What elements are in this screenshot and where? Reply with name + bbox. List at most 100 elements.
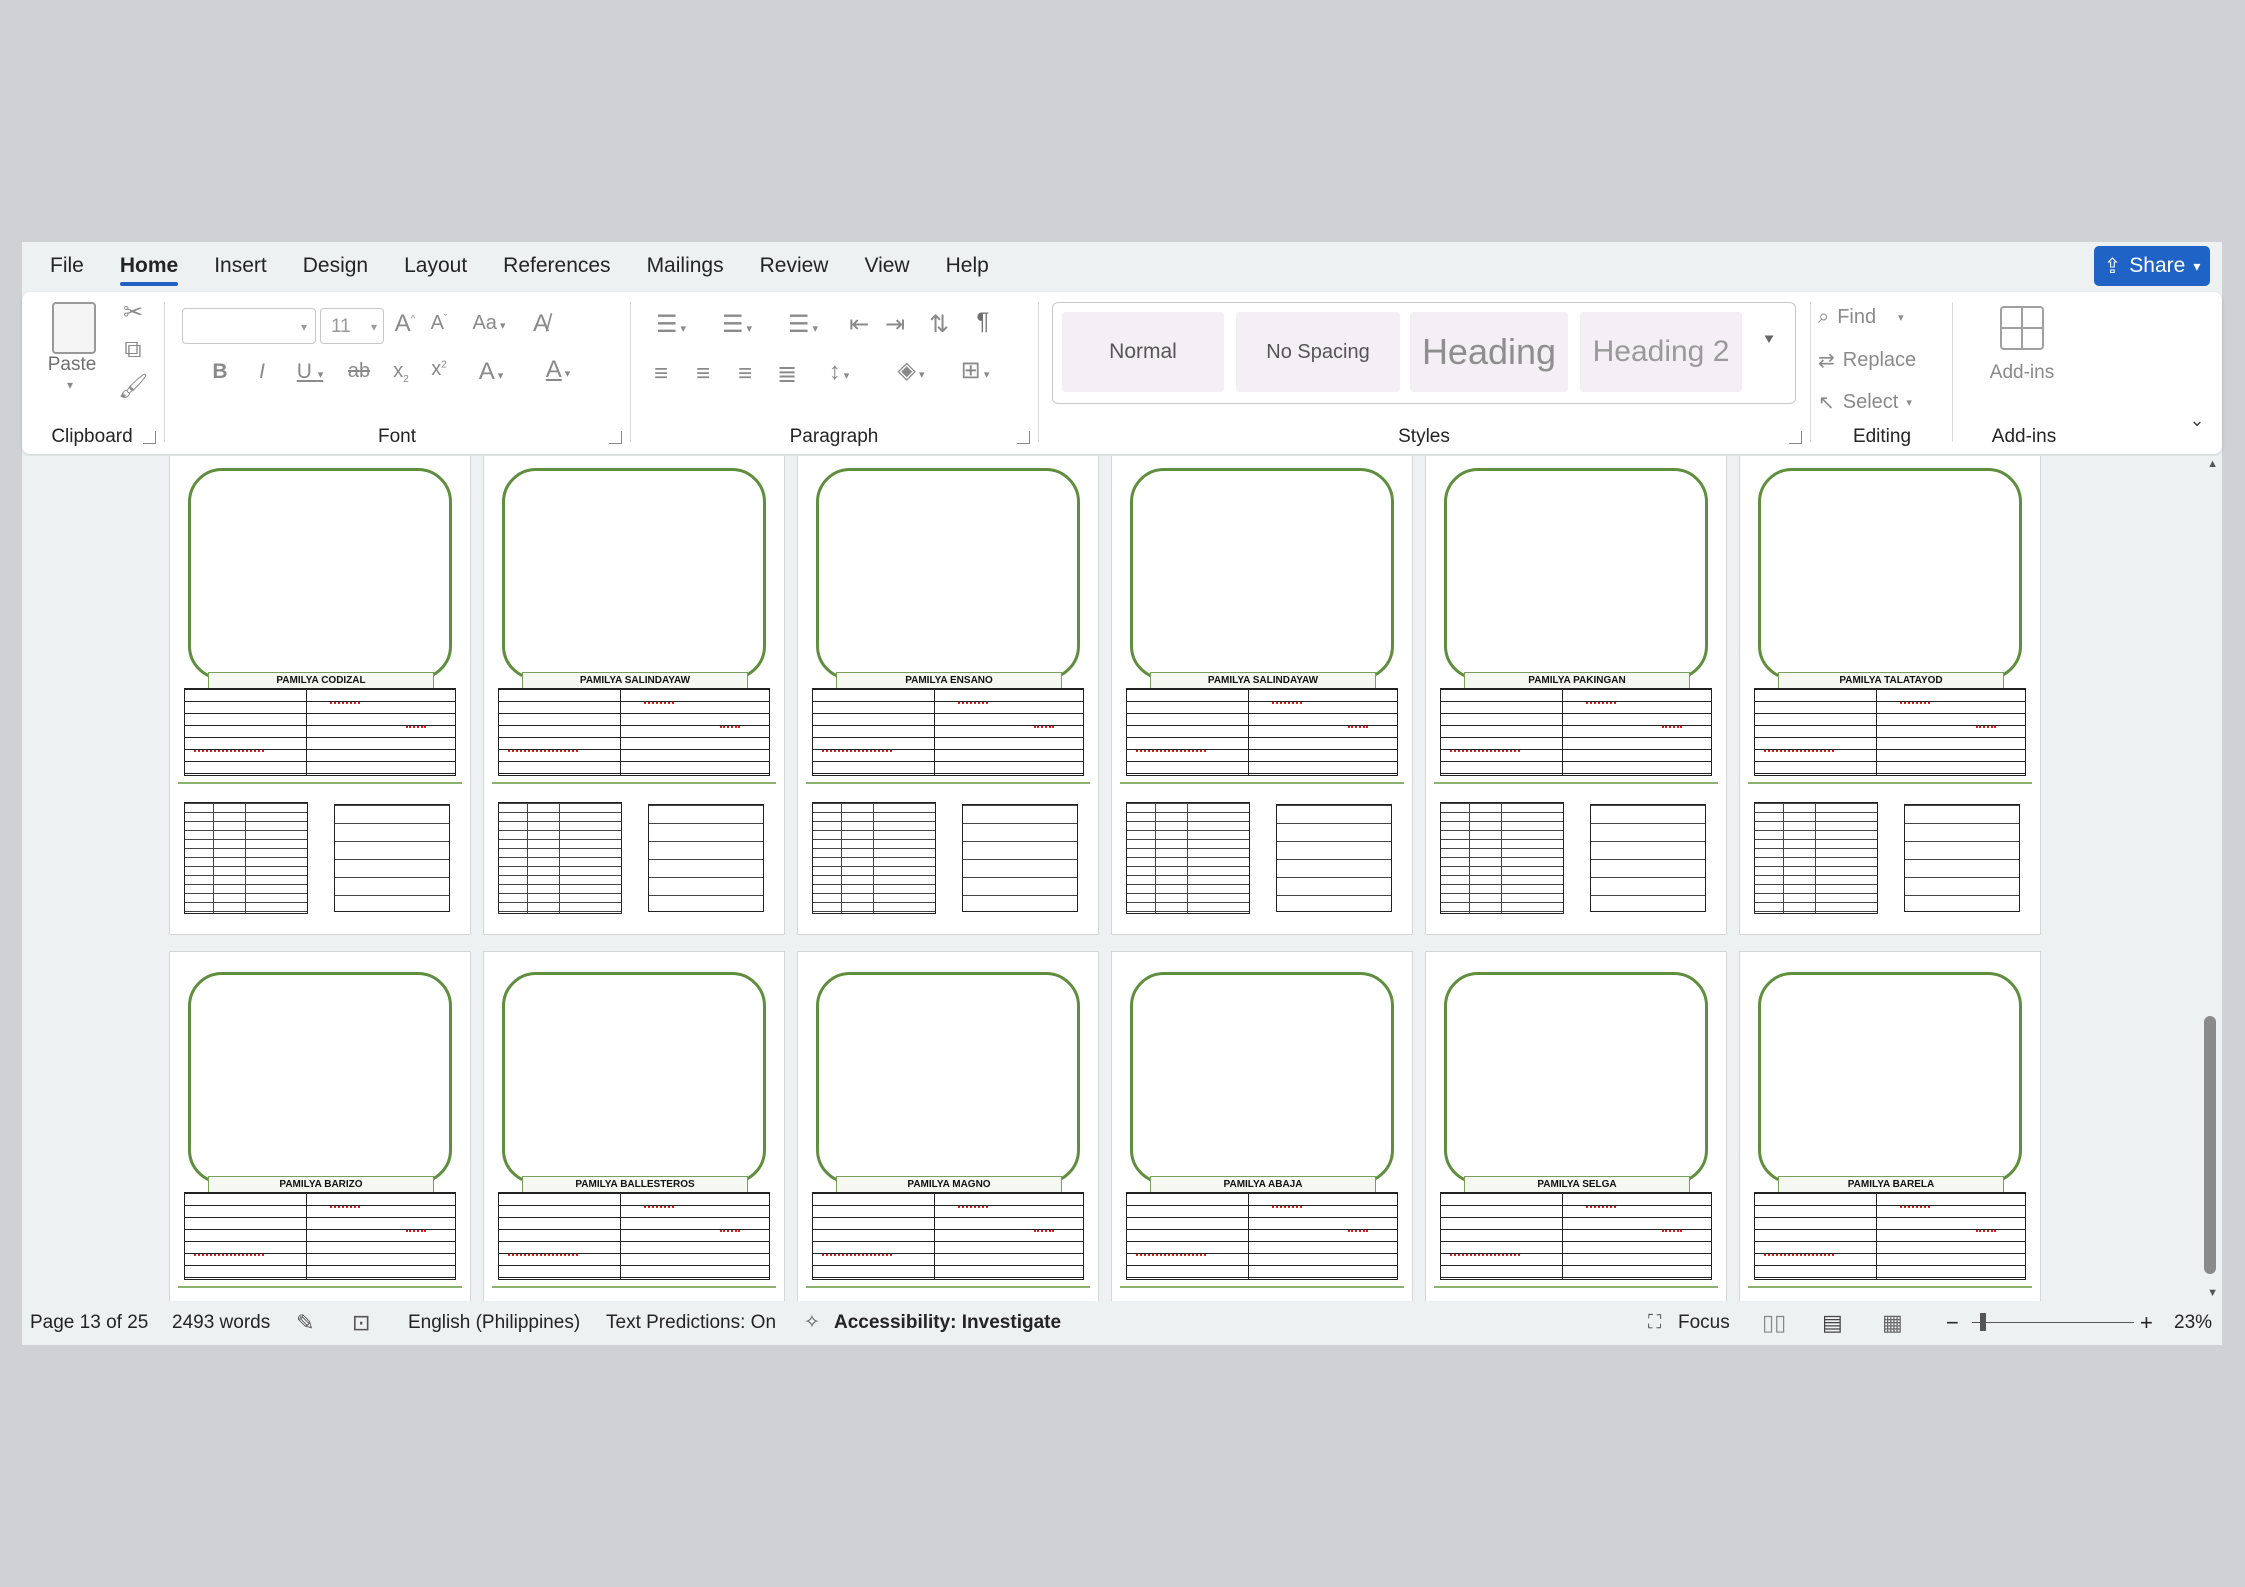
text-effects-icon[interactable]: A ▾ [466,358,516,386]
tab-view[interactable]: View [846,242,927,290]
focus-button[interactable]: Focus [1678,1301,1730,1345]
document-page[interactable]: PAMILYA ABAJA [1112,952,1412,1301]
show-formatting-icon[interactable]: ¶ [968,308,998,336]
copy-icon[interactable]: ⧉ [118,336,148,364]
ribbon-home: Paste ▾ ✂ ⧉ 🖌 Clipboard ▾ 11 ▾ A^ Aˇ Aa ▾… [22,292,2222,454]
accessibility-icon: ✧ [804,1312,820,1333]
paste-icon[interactable] [52,302,96,354]
word-count[interactable]: 2493 words [172,1301,270,1345]
shrink-font-icon[interactable]: Aˇ [424,312,454,335]
read-mode-icon[interactable]: ▯▯ [1762,1301,1786,1345]
dialog-launcher-icon[interactable] [1017,431,1030,444]
grow-font-icon[interactable]: A^ [390,310,420,338]
sort-icon[interactable]: ⇅ [924,310,954,339]
change-case-button[interactable]: Aa ▾ [464,312,514,335]
font-color-icon[interactable]: A ▾ [530,356,586,384]
tab-layout[interactable]: Layout [386,242,485,290]
vertical-scrollbar[interactable]: ▲ ▼ [2204,456,2220,1301]
document-page[interactable]: PAMILYA CODIZAL [170,456,470,934]
tab-file[interactable]: File [32,242,102,290]
family-name-label: PAMILYA SELGA [1464,1176,1690,1193]
bullets-icon[interactable]: ☰ ▾ [646,310,696,339]
photo-frame [1444,468,1708,680]
zoom-level[interactable]: 23% [2174,1301,2212,1345]
spelling-mark [406,722,426,728]
document-page[interactable]: PAMILYA SALINDAYAW [1112,456,1412,934]
accessibility-status[interactable]: Accessibility: Investigate [834,1301,1061,1345]
strikethrough-icon[interactable]: ab [344,360,374,383]
language-indicator[interactable]: English (Philippines) [408,1301,580,1345]
shading-icon[interactable]: ◈ ▾ [886,356,936,385]
zoom-out-icon[interactable]: − [1946,1301,1959,1345]
reading-icon[interactable]: ⊡ [352,1301,370,1345]
clear-formatting-icon[interactable]: A̸ [526,310,556,338]
underline-icon[interactable]: U ▾ [290,360,330,384]
divider-line [492,782,776,784]
document-page[interactable]: PAMILYA BARELA [1740,952,2040,1301]
text-predictions[interactable]: Text Predictions: On [606,1301,776,1345]
line-spacing-icon[interactable]: ↕ ▾ [814,358,864,386]
superscript-icon[interactable]: x2 [424,358,454,381]
styles-more-icon[interactable]: ⯆ [1754,332,1784,350]
select-button[interactable]: ↖ Select ▾ [1818,390,1912,415]
find-button[interactable]: ⌕ Find ▾ [1818,306,1904,329]
addins-icon[interactable] [2000,306,2044,350]
collapse-ribbon-icon[interactable]: ⌄ [2182,410,2212,431]
document-canvas[interactable]: PAMILYA CODIZAL PAMILYA SALINDAYAW PAMILYA… [22,456,2222,1301]
document-page[interactable]: PAMILYA TALATAYOD [1740,456,2040,934]
numbering-icon[interactable]: ☰ ▾ [712,310,762,339]
style-no-spacing[interactable]: No Spacing [1236,312,1400,392]
subscript-icon[interactable]: x2 [386,360,416,385]
details-table [1276,804,1392,912]
zoom-slider[interactable] [1972,1322,2134,1323]
italic-icon[interactable]: I [250,360,274,384]
increase-indent-icon[interactable]: ⇥ [880,310,910,339]
tab-references[interactable]: References [485,242,628,290]
zoom-in-icon[interactable]: + [2140,1301,2153,1345]
multilevel-list-icon[interactable]: ☰ ▾ [778,310,828,339]
tab-home[interactable]: Home [102,242,196,290]
paste-button[interactable]: Paste [32,354,112,376]
document-page[interactable]: PAMILYA SELGA [1426,952,1726,1301]
justify-icon[interactable]: ≣ [772,360,802,389]
dialog-launcher-icon[interactable] [609,431,622,444]
align-left-icon[interactable]: ≡ [646,360,676,388]
document-page[interactable]: PAMILYA BARIZO [170,952,470,1301]
addins-button[interactable]: Add-ins [1964,362,2080,384]
decrease-indent-icon[interactable]: ⇤ [844,310,874,339]
document-page[interactable]: PAMILYA SALINDAYAW [484,456,784,934]
proofing-icon[interactable]: ✎ [296,1301,314,1345]
font-name-combo[interactable]: ▾ [182,308,316,344]
align-center-icon[interactable]: ≡ [688,360,718,388]
tab-mailings[interactable]: Mailings [629,242,742,290]
align-right-icon[interactable]: ≡ [730,360,760,388]
document-page[interactable]: PAMILYA ENSANO [798,456,1098,934]
print-layout-icon[interactable]: ▤ [1822,1301,1843,1345]
tab-help[interactable]: Help [928,242,1007,290]
cut-icon[interactable]: ✂ [118,298,148,327]
replace-button[interactable]: ⇄ Replace [1818,348,1916,373]
bold-icon[interactable]: B [208,360,232,384]
scrollbar-thumb[interactable] [2204,1016,2216,1274]
web-layout-icon[interactable]: ▦ [1882,1301,1903,1345]
document-page[interactable]: PAMILYA BALLESTEROS [484,952,784,1301]
borders-icon[interactable]: ⊞ ▾ [950,356,1000,385]
tab-review[interactable]: Review [742,242,847,290]
style-normal[interactable]: Normal [1062,312,1224,392]
share-button[interactable]: ⇪ Share ▾ [2094,246,2210,286]
document-page[interactable]: PAMILYA PAKINGAN [1426,456,1726,934]
page-count[interactable]: Page 13 of 25 [30,1301,148,1345]
word-window: File Home Insert Design Layout Reference… [22,242,2222,1345]
divider-line [1748,1286,2032,1288]
document-page[interactable]: PAMILYA MAGNO [798,952,1098,1301]
tab-insert[interactable]: Insert [196,242,285,290]
font-size-combo[interactable]: 11 ▾ [320,308,384,344]
format-painter-icon[interactable]: 🖌 [118,372,148,401]
chevron-down-icon[interactable]: ▾ [60,378,80,392]
dialog-launcher-icon[interactable] [143,431,156,444]
tab-design[interactable]: Design [285,242,386,290]
dialog-launcher-icon[interactable] [1789,431,1802,444]
zoom-slider-handle[interactable] [1980,1313,1986,1331]
style-heading-2[interactable]: Heading 2 [1580,312,1742,392]
style-heading[interactable]: Heading [1410,312,1568,392]
